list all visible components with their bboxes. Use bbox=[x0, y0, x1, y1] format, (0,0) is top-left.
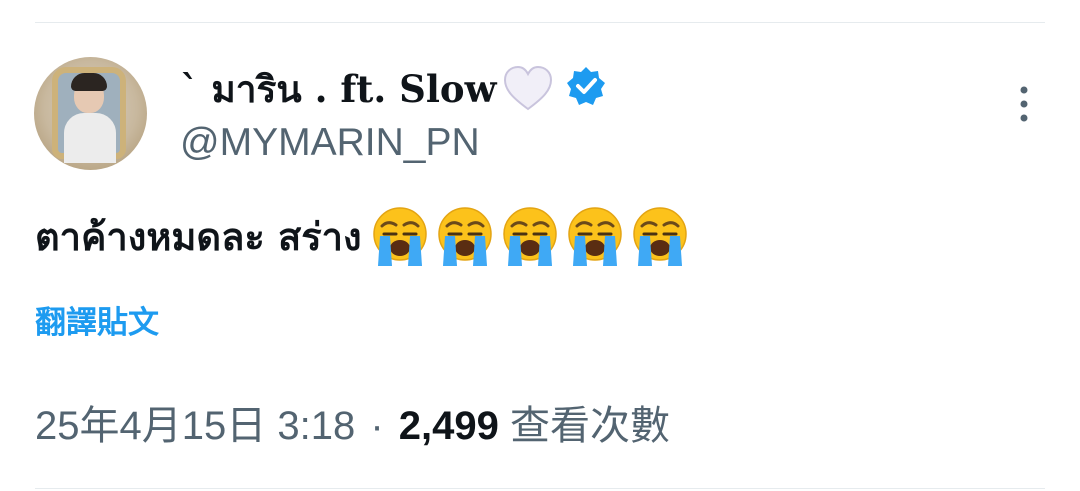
bottom-divider bbox=[35, 488, 1045, 489]
emoji-row bbox=[370, 206, 695, 268]
tweet-text: ตาค้างหมดละ สร่าง bbox=[35, 205, 695, 269]
timestamp[interactable]: 25年4月15日 3:18 bbox=[35, 404, 355, 448]
loudly-crying-face-icon bbox=[632, 207, 687, 266]
more-options-icon[interactable] bbox=[1014, 84, 1034, 124]
user-handle[interactable]: @MYMARIN_PN bbox=[180, 118, 480, 168]
tweet-meta: 25年4月15日 3:18 · 2,499 查看次數 bbox=[35, 398, 670, 454]
tweet-body: ตาค้างหมดละ สร่าง bbox=[35, 215, 362, 259]
loudly-crying-face-icon bbox=[437, 207, 492, 266]
avatar[interactable] bbox=[34, 57, 147, 170]
loudly-crying-face-icon bbox=[502, 207, 557, 266]
translate-post-link[interactable]: 翻譯貼文 bbox=[35, 298, 159, 348]
avatar-person-hair bbox=[71, 73, 107, 91]
views-label: 查看次數 bbox=[510, 404, 671, 448]
loudly-crying-face-icon bbox=[567, 207, 622, 266]
display-name[interactable]: ` มาริน . ft. Slow bbox=[180, 64, 496, 114]
meta-separator: · bbox=[370, 404, 384, 448]
white-heart-icon bbox=[503, 66, 553, 111]
views-count[interactable]: 2,499 bbox=[399, 404, 499, 448]
loudly-crying-face-icon bbox=[372, 207, 427, 266]
avatar-person-body bbox=[64, 113, 116, 163]
top-divider bbox=[35, 22, 1045, 23]
verified-badge-icon bbox=[567, 67, 605, 105]
